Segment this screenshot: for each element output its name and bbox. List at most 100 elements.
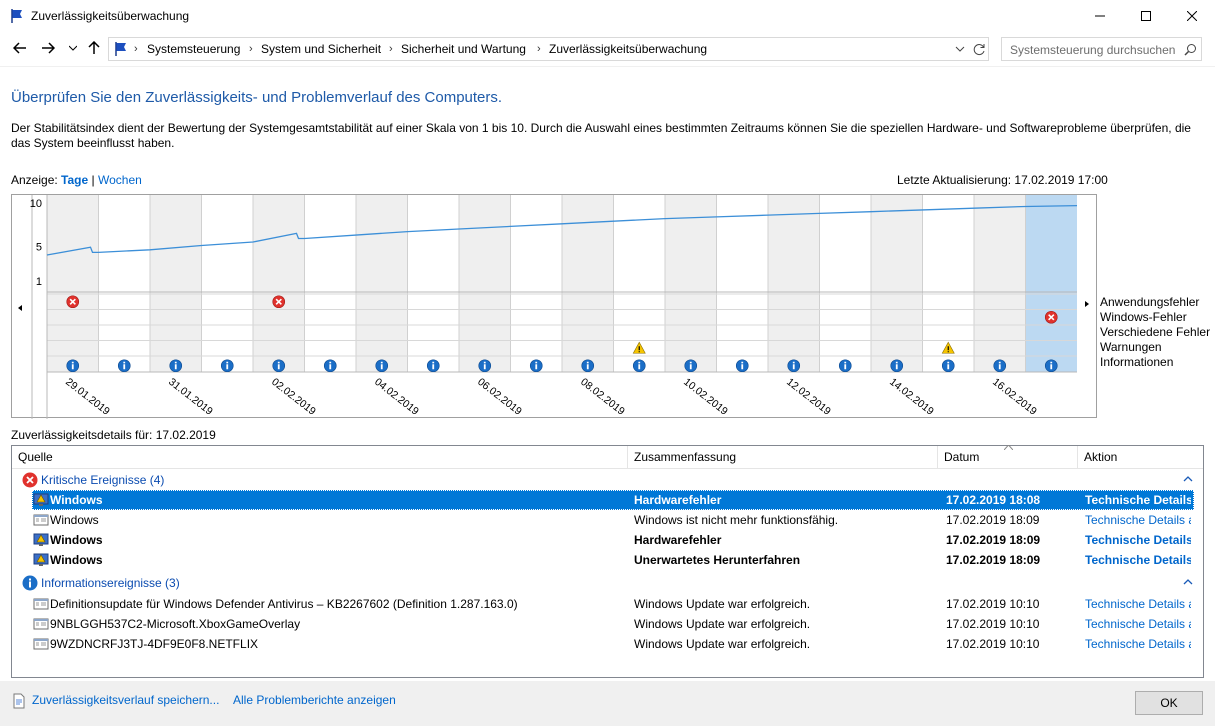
day-column[interactable] xyxy=(201,195,254,372)
scroll-left-icon[interactable] xyxy=(18,305,22,311)
row-action-link[interactable]: Technische Details anzeigen xyxy=(1085,617,1191,631)
maximize-button[interactable] xyxy=(1123,0,1169,32)
up-arrow-icon[interactable] xyxy=(85,37,103,59)
day-column[interactable] xyxy=(871,195,923,372)
group-label: Informationsereignisse (3) xyxy=(41,576,180,590)
x-tick-label: 31.01.2019 xyxy=(166,376,215,418)
breadcrumb-zuverlaessigkeitsueberwachung[interactable]: Zuverlässigkeitsüberwachung xyxy=(549,42,707,56)
back-icon[interactable] xyxy=(10,37,30,59)
day-column[interactable] xyxy=(47,195,99,372)
row-action-link[interactable]: Technische Details anzeigen xyxy=(1085,637,1191,651)
information-i-stem xyxy=(432,364,435,370)
stability-chart-svg[interactable]: 10 5 1 29.01.2019 31.01.2019 02.02.2019 04.02.… xyxy=(12,195,1098,419)
day-column[interactable] xyxy=(768,195,820,372)
day-column[interactable] xyxy=(304,195,357,372)
information-i-stem xyxy=(483,364,486,370)
scroll-right-icon[interactable] xyxy=(1085,301,1089,307)
column-header-action[interactable]: Aktion xyxy=(1078,446,1203,469)
minimize-button[interactable] xyxy=(1077,0,1123,32)
information-i-dot xyxy=(71,361,74,364)
x-tick-label: 14.02.2019 xyxy=(887,376,936,418)
breadcrumb-sicherheit-und-wartung[interactable]: Sicherheit und Wartung xyxy=(401,42,526,56)
day-column[interactable] xyxy=(150,195,202,372)
ok-button[interactable]: OK xyxy=(1135,691,1203,715)
search-icon[interactable] xyxy=(1184,43,1197,56)
group-critical-events[interactable]: Kritische Ereignisse (4) xyxy=(12,470,1203,490)
row-date: 17.02.2019 18:09 xyxy=(946,553,1041,567)
day-column[interactable] xyxy=(1025,195,1078,372)
row-summary: Windows Update war erfolgreich. xyxy=(634,617,811,631)
stability-chart[interactable]: 10 5 1 29.01.2019 31.01.2019 02.02.2019 04.02.… xyxy=(11,194,1098,419)
information-i-dot xyxy=(895,361,898,364)
address-bar[interactable]: › Systemsteuerung › System und Sicherhei… xyxy=(108,37,989,61)
window-title: Zuverlässigkeitsüberwachung xyxy=(31,9,190,23)
information-i-stem xyxy=(535,364,538,370)
day-column[interactable] xyxy=(819,195,872,372)
day-column[interactable] xyxy=(253,195,305,372)
table-row[interactable]: Windows Hardwarefehler 17.02.2019 18:09 … xyxy=(32,530,1194,550)
all-reports-link[interactable]: Alle Problemberichte anzeigen xyxy=(233,693,396,707)
group-information-events[interactable]: Informationsereignisse (3) xyxy=(12,573,1203,593)
table-row[interactable]: Windows Windows ist nicht mehr funktions… xyxy=(32,510,1194,530)
information-i-stem xyxy=(277,364,280,370)
view-weeks-link[interactable]: Wochen xyxy=(98,173,142,187)
save-history-link[interactable]: Zuverlässigkeitsverlauf speichern... xyxy=(32,693,219,707)
information-i-dot xyxy=(123,361,126,364)
table-row[interactable]: 9NBLGGH537C2-Microsoft.XboxGameOverlay W… xyxy=(32,614,1194,634)
row-action-link[interactable]: Technische Details anzeigen xyxy=(1085,493,1191,507)
table-row[interactable]: Windows Hardwarefehler 17.02.2019 18:08 … xyxy=(32,490,1194,510)
table-row[interactable]: 9WZDNCRFJ3TJ-4DF9E0F8.NETFLIX Windows Up… xyxy=(32,634,1194,654)
recent-locations-chevron-icon[interactable] xyxy=(66,37,80,59)
day-column[interactable] xyxy=(407,195,460,372)
search-input[interactable]: Systemsteuerung durchsuchen xyxy=(1001,37,1202,61)
day-column[interactable] xyxy=(356,195,408,372)
day-column[interactable] xyxy=(510,195,563,372)
save-document-icon xyxy=(13,693,25,709)
information-i-dot xyxy=(535,361,538,364)
x-tick-label: 16.02.2019 xyxy=(990,376,1039,418)
day-column[interactable] xyxy=(98,195,151,372)
breadcrumb-system-und-sicherheit[interactable]: System und Sicherheit xyxy=(261,42,381,56)
row-date: 17.02.2019 18:09 xyxy=(946,513,1040,527)
page-title: Überprüfen Sie den Zuverlässigkeits- und… xyxy=(11,89,503,106)
row-action-link[interactable]: Technische Details anzeigen xyxy=(1085,597,1191,611)
column-header-source[interactable]: Quelle xyxy=(12,446,628,469)
table-row[interactable]: Windows Unerwartetes Herunterfahren 17.0… xyxy=(32,550,1194,570)
breadcrumb-separator-icon: › xyxy=(249,43,253,55)
day-column[interactable] xyxy=(665,195,717,372)
information-i-stem xyxy=(998,364,1001,370)
information-i-stem xyxy=(689,364,692,370)
x-tick-label: 08.02.2019 xyxy=(578,376,627,418)
window-app-icon xyxy=(33,638,49,650)
information-i-stem xyxy=(380,364,383,370)
information-i-stem xyxy=(329,364,332,370)
close-button[interactable] xyxy=(1169,0,1215,32)
collapse-chevron-icon[interactable] xyxy=(1183,577,1193,587)
information-i-stem xyxy=(123,364,126,370)
row-action-link[interactable]: Technische Details anzeigen xyxy=(1085,513,1191,527)
refresh-icon[interactable] xyxy=(973,43,986,56)
chevron-down-icon[interactable] xyxy=(955,46,965,53)
information-i-stem xyxy=(226,364,229,370)
view-days-link[interactable]: Tage xyxy=(61,173,88,187)
windows-monitor-icon xyxy=(33,493,49,506)
flag-icon xyxy=(11,9,22,23)
row-summary: Windows Update war erfolgreich. xyxy=(634,597,811,611)
legend-application-failures: Anwendungsfehler xyxy=(1100,295,1200,309)
row-date: 17.02.2019 18:09 xyxy=(946,533,1041,547)
column-header-summary[interactable]: Zusammenfassung xyxy=(628,446,938,469)
row-action-link[interactable]: Technische Details anzeigen xyxy=(1085,533,1191,547)
window-app-icon xyxy=(33,598,49,610)
collapse-chevron-icon[interactable] xyxy=(1183,474,1193,484)
row-action-link[interactable]: Technische Details anzeigen xyxy=(1085,553,1191,567)
forward-icon[interactable] xyxy=(38,37,58,59)
table-row[interactable]: Definitionsupdate für Windows Defender A… xyxy=(32,594,1194,614)
day-column[interactable] xyxy=(459,195,511,372)
table-header: Quelle Zusammenfassung Datum Aktion xyxy=(12,445,1203,469)
windows-monitor-icon xyxy=(33,553,49,566)
legend-information: Informationen xyxy=(1100,355,1174,369)
day-column[interactable] xyxy=(974,195,1026,372)
x-tick-label: 29.01.2019 xyxy=(63,376,112,418)
day-column[interactable] xyxy=(716,195,769,372)
breadcrumb-systemsteuerung[interactable]: Systemsteuerung xyxy=(147,42,240,56)
